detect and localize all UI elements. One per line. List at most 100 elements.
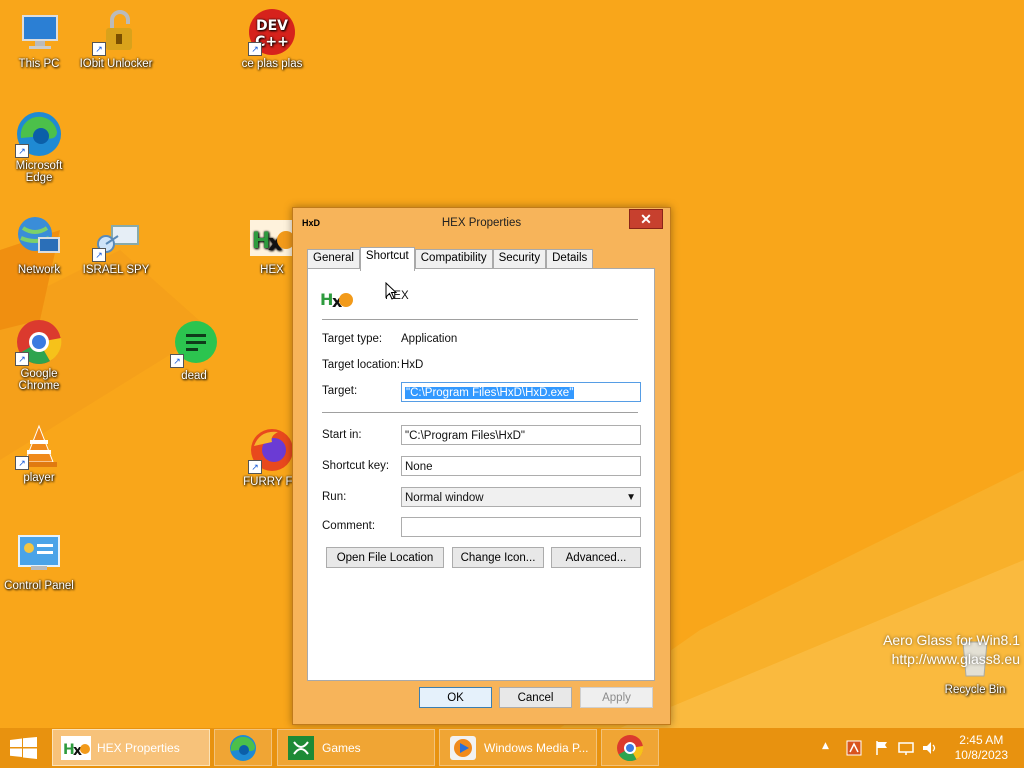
shortcut-arrow-icon: ↗ [15, 456, 29, 470]
start-in-field[interactable]: "C:\Program Files\HxD" [401, 425, 641, 445]
desktop-icon-dead[interactable]: ↗ dead [156, 320, 232, 382]
change-icon-button[interactable]: Change Icon... [452, 547, 544, 568]
chevron-down-icon: ▼ [626, 492, 636, 503]
hxd-icon: HxD [302, 218, 321, 228]
start-button[interactable] [10, 737, 38, 759]
shortcut-panel: H x HEX Target type: Application Target … [307, 268, 655, 681]
desktop-icon-iobit-unlocker[interactable]: ↗ IObit Unlocker [78, 8, 154, 70]
desktop-icon-control-panel[interactable]: Control Panel [1, 530, 77, 592]
watermark-line-1: Aero Glass for Win8.1 [883, 632, 1020, 648]
target-location-value: HxD [401, 359, 424, 371]
comment-label: Comment: [322, 520, 376, 532]
run-label: Run: [322, 491, 347, 503]
target-field[interactable]: "C:\Program Files\HxD\HxD.exe" [401, 382, 641, 402]
desktop-icon-label: This PC [18, 58, 60, 70]
system-tray: ▲ [818, 728, 948, 768]
tab-general[interactable]: General [307, 249, 360, 270]
cancel-button[interactable]: Cancel [499, 687, 572, 708]
clock-time: 2:45 AM [959, 733, 1004, 747]
clock[interactable]: 2:45 AM 10/8/2023 [955, 733, 1008, 763]
ok-button[interactable]: OK [419, 687, 492, 708]
hxd-icon: H x [320, 290, 353, 311]
target-location-label: Target location: [322, 359, 400, 371]
taskbar-item-chrome[interactable] [601, 729, 659, 766]
shortcut-arrow-icon: ↗ [248, 460, 262, 474]
tab-strip: General Shortcut Compatibility Security … [307, 247, 594, 271]
desktop-icon-network[interactable]: Network [1, 214, 77, 276]
desktop-icon-label: ce plas plas [241, 58, 303, 70]
dialog-title: HEX Properties [441, 217, 522, 229]
apply-button[interactable]: Apply [580, 687, 653, 708]
tab-shortcut[interactable]: Shortcut [359, 247, 415, 271]
taskbar-item-hex-properties[interactable]: H x HEX Properties [52, 729, 210, 766]
open-file-location-button[interactable]: Open File Location [326, 547, 444, 568]
control-panel-icon [18, 535, 60, 570]
desktop-icon-dev-cpp[interactable]: DEV C++ ↗ ce plas plas [234, 8, 310, 70]
properties-dialog: HxD HEX Properties ✕ General Shortcut Co… [292, 207, 671, 725]
app-tray-icon[interactable] [846, 740, 862, 756]
divider [322, 412, 638, 413]
volume-icon[interactable] [922, 740, 938, 756]
aero-glass-watermark: Aero Glass for Win8.1 http://www.glass8.… [883, 632, 1020, 667]
shortcut-key-field[interactable]: None [401, 456, 641, 476]
network-tray-icon[interactable] [898, 740, 914, 756]
media-player-icon [450, 736, 476, 760]
chrome-icon [617, 735, 644, 762]
taskbar-item-label: Games [322, 741, 361, 755]
shortcut-arrow-icon: ↗ [170, 354, 184, 368]
tab-details[interactable]: Details [546, 249, 594, 270]
desktop-icon-label: IObit Unlocker [79, 58, 153, 70]
taskbar-item-windows-media-player[interactable]: Windows Media P... [439, 729, 597, 766]
desktop-icon-label: Control Panel [4, 580, 74, 592]
desktop-icon-label: HEX [260, 264, 284, 276]
run-select[interactable]: Normal window ▼ [401, 487, 641, 507]
chevron-up-icon[interactable]: ▲ [822, 741, 829, 751]
tab-security[interactable]: Security [492, 249, 547, 270]
target-type-label: Target type: [322, 333, 383, 345]
desktop-icon-microsoft-edge[interactable]: ↗ Microsoft Edge [1, 110, 77, 184]
start-in-label: Start in: [322, 429, 362, 441]
desktop-icon-label: Network [17, 264, 61, 276]
taskbar-item-edge[interactable] [214, 729, 272, 766]
network-icon [18, 217, 60, 253]
comment-field[interactable] [401, 517, 641, 537]
desktop-icon-google-chrome[interactable]: ↗ Google Chrome [1, 318, 77, 392]
dialog-title-bar[interactable]: HxD HEX Properties ✕ [293, 208, 670, 238]
desktop-icon-player[interactable]: ↗ player [1, 422, 77, 484]
shortcut-arrow-icon: ↗ [248, 42, 262, 56]
divider [322, 319, 638, 320]
this-pc-icon [22, 15, 58, 49]
taskbar-item-games[interactable]: Games [277, 729, 435, 766]
clock-date: 10/8/2023 [954, 748, 1008, 762]
shortcut-arrow-icon: ↗ [15, 144, 29, 158]
edge-icon [230, 735, 256, 761]
watermark-line-2: http://www.glass8.eu [891, 651, 1020, 667]
shortcut-arrow-icon: ↗ [92, 248, 106, 262]
taskbar-item-label: Windows Media P... [484, 741, 589, 755]
desktop-icon-label: Google Chrome [18, 368, 60, 392]
advanced-button[interactable]: Advanced... [551, 547, 641, 568]
run-select-value: Normal window [405, 492, 484, 504]
tab-compatibility[interactable]: Compatibility [414, 249, 493, 270]
desktop-icon-label: dead [181, 370, 207, 382]
target-label: Target: [322, 385, 358, 397]
taskbar: H x HEX Properties Games Windows Media P… [0, 728, 1024, 768]
shortcut-key-label: Shortcut key: [322, 460, 390, 472]
desktop-icon-label: player [23, 472, 55, 484]
target-value: "C:\Program Files\HxD\HxD.exe" [405, 387, 575, 399]
taskbar-item-label: HEX Properties [97, 741, 180, 755]
close-button[interactable]: ✕ [629, 209, 663, 229]
svg-text:DEV: DEV [256, 18, 288, 34]
target-type-value: Application [401, 333, 458, 345]
action-center-flag-icon[interactable] [874, 740, 890, 756]
xbox-icon [288, 736, 314, 760]
desktop-icon-israel-spy[interactable]: ↗ ISRAEL SPY [78, 214, 154, 276]
shortcut-arrow-icon: ↗ [15, 352, 29, 366]
mouse-cursor-icon [385, 282, 397, 300]
desktop-icon-this-pc[interactable]: This PC [1, 8, 77, 70]
desktop-icon-label: Microsoft Edge [15, 160, 63, 184]
desktop-icon-label: Recycle Bin [944, 684, 1006, 696]
desktop-icon-label: ISRAEL SPY [82, 264, 150, 276]
hxd-icon: H x [250, 220, 295, 256]
shortcut-arrow-icon: ↗ [92, 42, 106, 56]
